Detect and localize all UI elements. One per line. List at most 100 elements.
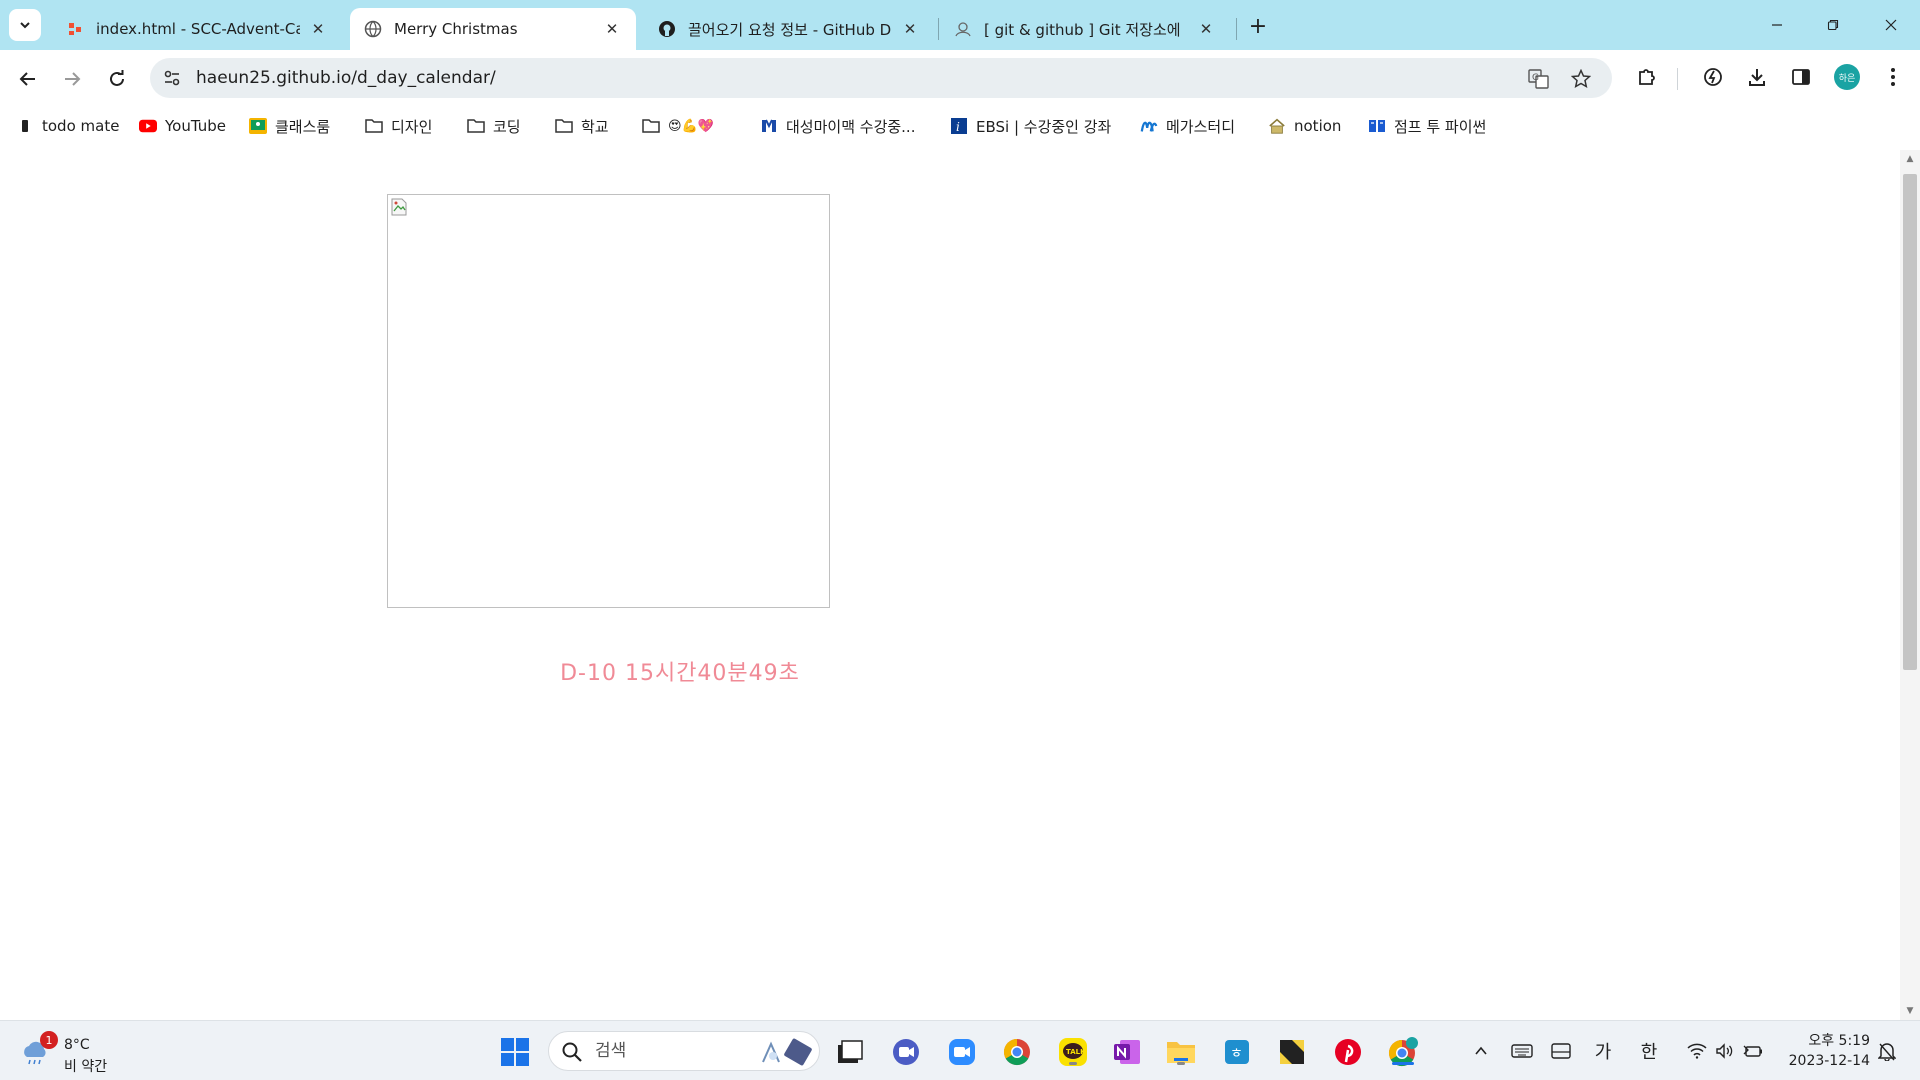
notion-icon (1268, 117, 1286, 135)
hancom-icon: ㅎ (1225, 1040, 1249, 1064)
tab-github-pr[interactable]: 끌어오기 요청 정보 - GitHub D ✕ (644, 8, 934, 50)
bookmark-mimac[interactable]: 대성마이맥 수강중... (760, 114, 915, 138)
bookmark-youtube[interactable]: YouTube (139, 114, 226, 138)
taskbar-app-onenote[interactable] (1110, 1035, 1144, 1069)
bookmark-star-icon[interactable] (1570, 68, 1592, 90)
ime-language-indicator[interactable]: 한 (1636, 1039, 1662, 1063)
tab-divider (1236, 18, 1237, 40)
keyboard-icon (1511, 1044, 1533, 1058)
todo-mate-icon (16, 117, 34, 135)
arrow-left-icon (19, 72, 35, 86)
chrome-icon (1003, 1038, 1030, 1066)
profile-avatar[interactable]: 하은 (1834, 64, 1860, 90)
tab-close-icon[interactable]: ✕ (308, 19, 328, 39)
tab-close-icon[interactable]: ✕ (1196, 19, 1216, 39)
taskbar-app-meet[interactable] (889, 1035, 923, 1069)
bookmark-megastudy[interactable]: 메가스터디 (1140, 114, 1235, 138)
downloads-button[interactable] (1744, 64, 1770, 90)
restore-button[interactable] (1810, 10, 1856, 40)
wifi-icon[interactable] (1684, 1039, 1710, 1063)
folder-icon (365, 117, 383, 135)
notification-badge: 1 (40, 1031, 58, 1049)
tab-close-icon[interactable]: ✕ (900, 19, 920, 39)
notifications-button[interactable] (1874, 1039, 1900, 1063)
bookmark-folder-emoji[interactable]: 😍💪💖 (642, 114, 714, 138)
extensions-button[interactable] (1634, 64, 1660, 90)
tab-search-button[interactable] (9, 9, 41, 41)
bookmark-classroom[interactable]: 클래스룸 (249, 114, 330, 138)
bookmark-folder-design[interactable]: 디자인 (365, 114, 432, 138)
windows-taskbar: 1 8°C 비 약간 검색 TALK ㅎ 가 한 오후 5:19 2023-12… (0, 1020, 1920, 1080)
folder-icon (467, 117, 485, 135)
tab-strip: index.html - SCC-Advent-Calen ✕ Merry Ch… (0, 0, 1920, 50)
bookmark-label: 메가스터디 (1166, 117, 1236, 136)
new-tab-button[interactable]: + (1244, 12, 1272, 40)
system-clock[interactable]: 오후 5:19 2023-12-14 (1780, 1031, 1870, 1071)
battery-icon[interactable] (1740, 1039, 1766, 1063)
reload-button[interactable] (102, 64, 132, 94)
taskbar-search[interactable]: 검색 (548, 1031, 820, 1071)
bookmark-ebsi[interactable]: i EBSi | 수강중인 강좌 (950, 114, 1111, 138)
bookmark-folder-coding[interactable]: 코딩 (467, 114, 521, 138)
bookmark-notion[interactable]: notion (1268, 114, 1341, 138)
browser-menu-button[interactable] (1880, 64, 1906, 90)
tab-close-icon[interactable]: ✕ (602, 19, 622, 39)
github-icon (658, 20, 676, 38)
taskbar-app-kakaotalk[interactable]: TALK (1056, 1035, 1090, 1069)
d-day-countdown: D-10 15시간40분49초 (560, 661, 800, 686)
address-bar[interactable]: haeun25.github.io/d_day_calendar/ G (150, 58, 1612, 98)
sticky-notes-icon (1280, 1040, 1304, 1064)
close-window-button[interactable] (1868, 10, 1914, 40)
touch-keyboard-button[interactable] (1508, 1039, 1536, 1063)
tab-title: 끌어오기 요청 정보 - GitHub D (688, 20, 892, 39)
taskbar-app-zoom[interactable] (945, 1035, 979, 1069)
toolbar-divider (1677, 68, 1678, 90)
taskbar-app-hancom[interactable]: ㅎ (1220, 1035, 1254, 1069)
taskbar-app-sticky-notes[interactable] (1275, 1035, 1309, 1069)
tray-overflow-button[interactable] (1468, 1039, 1494, 1063)
tab-index-html[interactable]: index.html - SCC-Advent-Calen ✕ (52, 8, 342, 50)
bookmark-todo-mate[interactable]: todo mate (16, 114, 119, 138)
tab-title: [ git & github ] Git 저장소에 ㅁ (984, 20, 1188, 39)
translate-icon[interactable]: G (1528, 68, 1550, 90)
scroll-down-icon[interactable]: ▼ (1904, 1006, 1916, 1016)
ime-mode-indicator[interactable]: 가 (1590, 1039, 1616, 1063)
url-text[interactable]: haeun25.github.io/d_day_calendar/ (196, 58, 496, 98)
broken-image-icon (391, 198, 407, 216)
volume-icon[interactable] (1712, 1039, 1738, 1063)
bookmark-label: 점프 투 파이썬 (1394, 117, 1487, 136)
forward-button[interactable] (57, 64, 87, 94)
back-button[interactable] (13, 64, 43, 94)
tab-merry-christmas[interactable]: Merry Christmas ✕ (350, 8, 636, 50)
task-view-button[interactable] (833, 1035, 867, 1069)
taskbar-app-pinterest[interactable] (1331, 1035, 1365, 1069)
page-scrollbar[interactable]: ▲ ▼ (1900, 150, 1920, 1020)
svg-text:TALK: TALK (1066, 1048, 1086, 1056)
bookmark-label: todo mate (42, 117, 120, 135)
start-button[interactable] (498, 1035, 532, 1069)
speedometer-icon (1704, 68, 1722, 86)
bookmark-label: 디자인 (391, 117, 433, 136)
taskbar-app-chrome-profile[interactable] (1386, 1035, 1420, 1069)
search-placeholder: 검색 (595, 1041, 627, 1061)
onenote-icon (1114, 1040, 1140, 1064)
running-indicator (1177, 1062, 1185, 1065)
tab-git-blog[interactable]: [ git & github ] Git 저장소에 ㅁ ✕ (940, 8, 1230, 50)
performance-button[interactable] (1700, 64, 1726, 90)
scrollbar-thumb[interactable] (1903, 174, 1917, 670)
scroll-up-icon[interactable]: ▲ (1904, 154, 1916, 164)
minimize-button[interactable] (1754, 10, 1800, 40)
clock-date: 2023-12-14 (1788, 1053, 1870, 1069)
weather-widget[interactable]: 1 8°C 비 약간 (20, 1031, 130, 1075)
bookmark-wikidocs[interactable]: 점프 투 파이썬 (1368, 114, 1486, 138)
side-panel-button[interactable] (1788, 64, 1814, 90)
site-info-icon[interactable] (162, 68, 182, 88)
windows-logo-icon (501, 1038, 529, 1066)
ime-pad-button[interactable] (1548, 1039, 1574, 1063)
page-content: D-10 15시간40분49초 (0, 150, 1900, 1020)
taskbar-app-chrome[interactable] (1000, 1035, 1034, 1069)
bookmark-folder-school[interactable]: 학교 (555, 114, 609, 138)
task-view-icon (838, 1040, 863, 1063)
taskbar-app-file-explorer[interactable] (1164, 1035, 1198, 1069)
folder-icon (555, 117, 573, 135)
